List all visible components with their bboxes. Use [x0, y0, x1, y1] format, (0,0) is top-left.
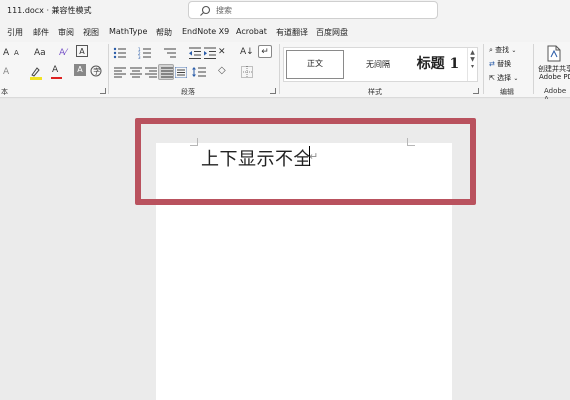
styles-gallery-scroll[interactable]: ▲ ▼ ▾ — [467, 48, 477, 81]
find-icon: ⌕ — [489, 46, 493, 54]
group-separator — [279, 44, 280, 94]
svg-text:3: 3 — [138, 55, 141, 59]
align-center-icon[interactable] — [130, 67, 142, 78]
styles-group-label: 样式 — [368, 88, 382, 96]
group-separator — [108, 44, 109, 94]
replace-button[interactable]: ⇄ 替换 — [489, 59, 511, 69]
align-left-icon[interactable] — [114, 67, 126, 78]
adobe-pdf-label[interactable]: Adobe PD — [539, 73, 570, 81]
sort-icon[interactable]: A↓ — [240, 46, 254, 58]
grow-font-icon[interactable]: A — [3, 47, 9, 59]
character-border-icon[interactable]: A — [76, 45, 88, 57]
select-icon: ⇱ — [489, 74, 495, 82]
replace-icon: ⇄ — [489, 60, 495, 68]
decrease-indent-icon[interactable] — [188, 47, 202, 59]
search-placeholder: 搜索 — [216, 6, 232, 15]
select-button[interactable]: ⇱ 选择 ⌄ — [489, 73, 518, 83]
group-separator — [483, 44, 484, 94]
gallery-more-icon[interactable]: ▾ — [468, 63, 477, 70]
enclose-characters-icon[interactable]: 字 — [90, 65, 102, 77]
style-normal[interactable]: 正文 — [286, 50, 344, 79]
font-dialog-launcher-icon[interactable] — [100, 88, 106, 94]
scroll-up-icon[interactable]: ▲ — [468, 49, 477, 56]
ribbon: A A Aa A⁄ A A A A 字 本 123 ✕ A↓ ↵ ◇ 段落 正文… — [0, 42, 570, 103]
multilevel-list-icon[interactable] — [163, 47, 177, 59]
tab-youdao[interactable]: 有道翻译 — [276, 27, 308, 38]
tab-help[interactable]: 帮助 — [156, 27, 172, 38]
clear-formatting-icon[interactable]: A⁄ — [59, 47, 67, 59]
chinese-layout-icon[interactable]: ✕ — [218, 46, 226, 58]
borders-icon[interactable] — [241, 66, 253, 78]
search-box[interactable]: 搜索 — [188, 1, 438, 19]
select-label: 选择 — [497, 74, 512, 82]
paragraph-dialog-launcher-icon[interactable] — [270, 88, 276, 94]
text-effects-icon[interactable]: A — [3, 66, 9, 78]
chevron-down-icon: ⌄ — [513, 75, 519, 82]
line-spacing-icon[interactable] — [192, 66, 206, 78]
bullets-icon[interactable] — [113, 47, 127, 59]
tab-review[interactable]: 审阅 — [58, 27, 74, 38]
tab-acrobat[interactable]: Acrobat — [236, 27, 267, 36]
replace-label: 替换 — [497, 60, 512, 68]
font-color-bar — [51, 77, 62, 79]
svg-text:字: 字 — [93, 67, 100, 76]
tab-baidu-netdisk[interactable]: 百度网盘 — [316, 27, 348, 38]
styles-gallery: 正文 无间隔 标题 1 ▲ ▼ ▾ — [283, 47, 478, 82]
shading-icon[interactable]: ◇ — [218, 65, 226, 77]
chevron-down-icon[interactable]: ⌄ — [84, 4, 91, 13]
character-shading-icon[interactable]: A — [74, 64, 86, 76]
tab-endnote[interactable]: EndNote X9 — [182, 27, 229, 36]
shrink-font-icon[interactable]: A — [14, 47, 19, 59]
style-heading-1[interactable]: 标题 1 — [412, 50, 464, 79]
adobe-pdf-icon[interactable] — [547, 45, 561, 62]
align-right-icon[interactable] — [145, 67, 157, 78]
title-bar: 111.docx · 兼容性模式 ⌄ 搜索 — [0, 0, 570, 22]
justify-button[interactable] — [158, 64, 174, 80]
tab-view[interactable]: 视图 — [83, 27, 99, 38]
menu-bar: 引用 邮件 审阅 视图 MathType 帮助 EndNote X9 Acrob… — [0, 22, 570, 42]
font-group-label: 本 — [1, 88, 8, 96]
tab-mathtype[interactable]: MathType — [109, 27, 147, 36]
find-button[interactable]: ⌕ 查找 ⌄ — [489, 45, 516, 55]
tab-mailings[interactable]: 邮件 — [33, 27, 49, 38]
chevron-down-icon: ⌄ — [511, 47, 517, 54]
style-no-spacing[interactable]: 无间隔 — [348, 50, 408, 79]
show-hide-marks-icon[interactable]: ↵ — [258, 45, 272, 58]
find-label: 查找 — [495, 46, 510, 54]
search-icon — [200, 5, 211, 16]
numbering-icon[interactable]: 123 — [138, 47, 152, 59]
group-separator — [533, 44, 534, 94]
paragraph-group-label: 段落 — [181, 88, 195, 96]
distributed-icon[interactable] — [175, 67, 187, 78]
styles-dialog-launcher-icon[interactable] — [473, 88, 479, 94]
document-title[interactable]: 111.docx · 兼容性模式 — [7, 5, 92, 16]
highlight-color-icon[interactable] — [28, 66, 44, 80]
justify-icon — [161, 67, 173, 78]
scroll-down-icon[interactable]: ▼ — [468, 56, 477, 63]
font-color-icon[interactable]: A — [52, 64, 58, 76]
change-case-icon[interactable]: Aa — [34, 47, 46, 59]
editing-group-label: 编辑 — [500, 88, 514, 96]
annotation-highlight-box — [135, 118, 476, 205]
increase-indent-icon[interactable] — [203, 47, 217, 59]
tab-references[interactable]: 引用 — [7, 27, 23, 38]
